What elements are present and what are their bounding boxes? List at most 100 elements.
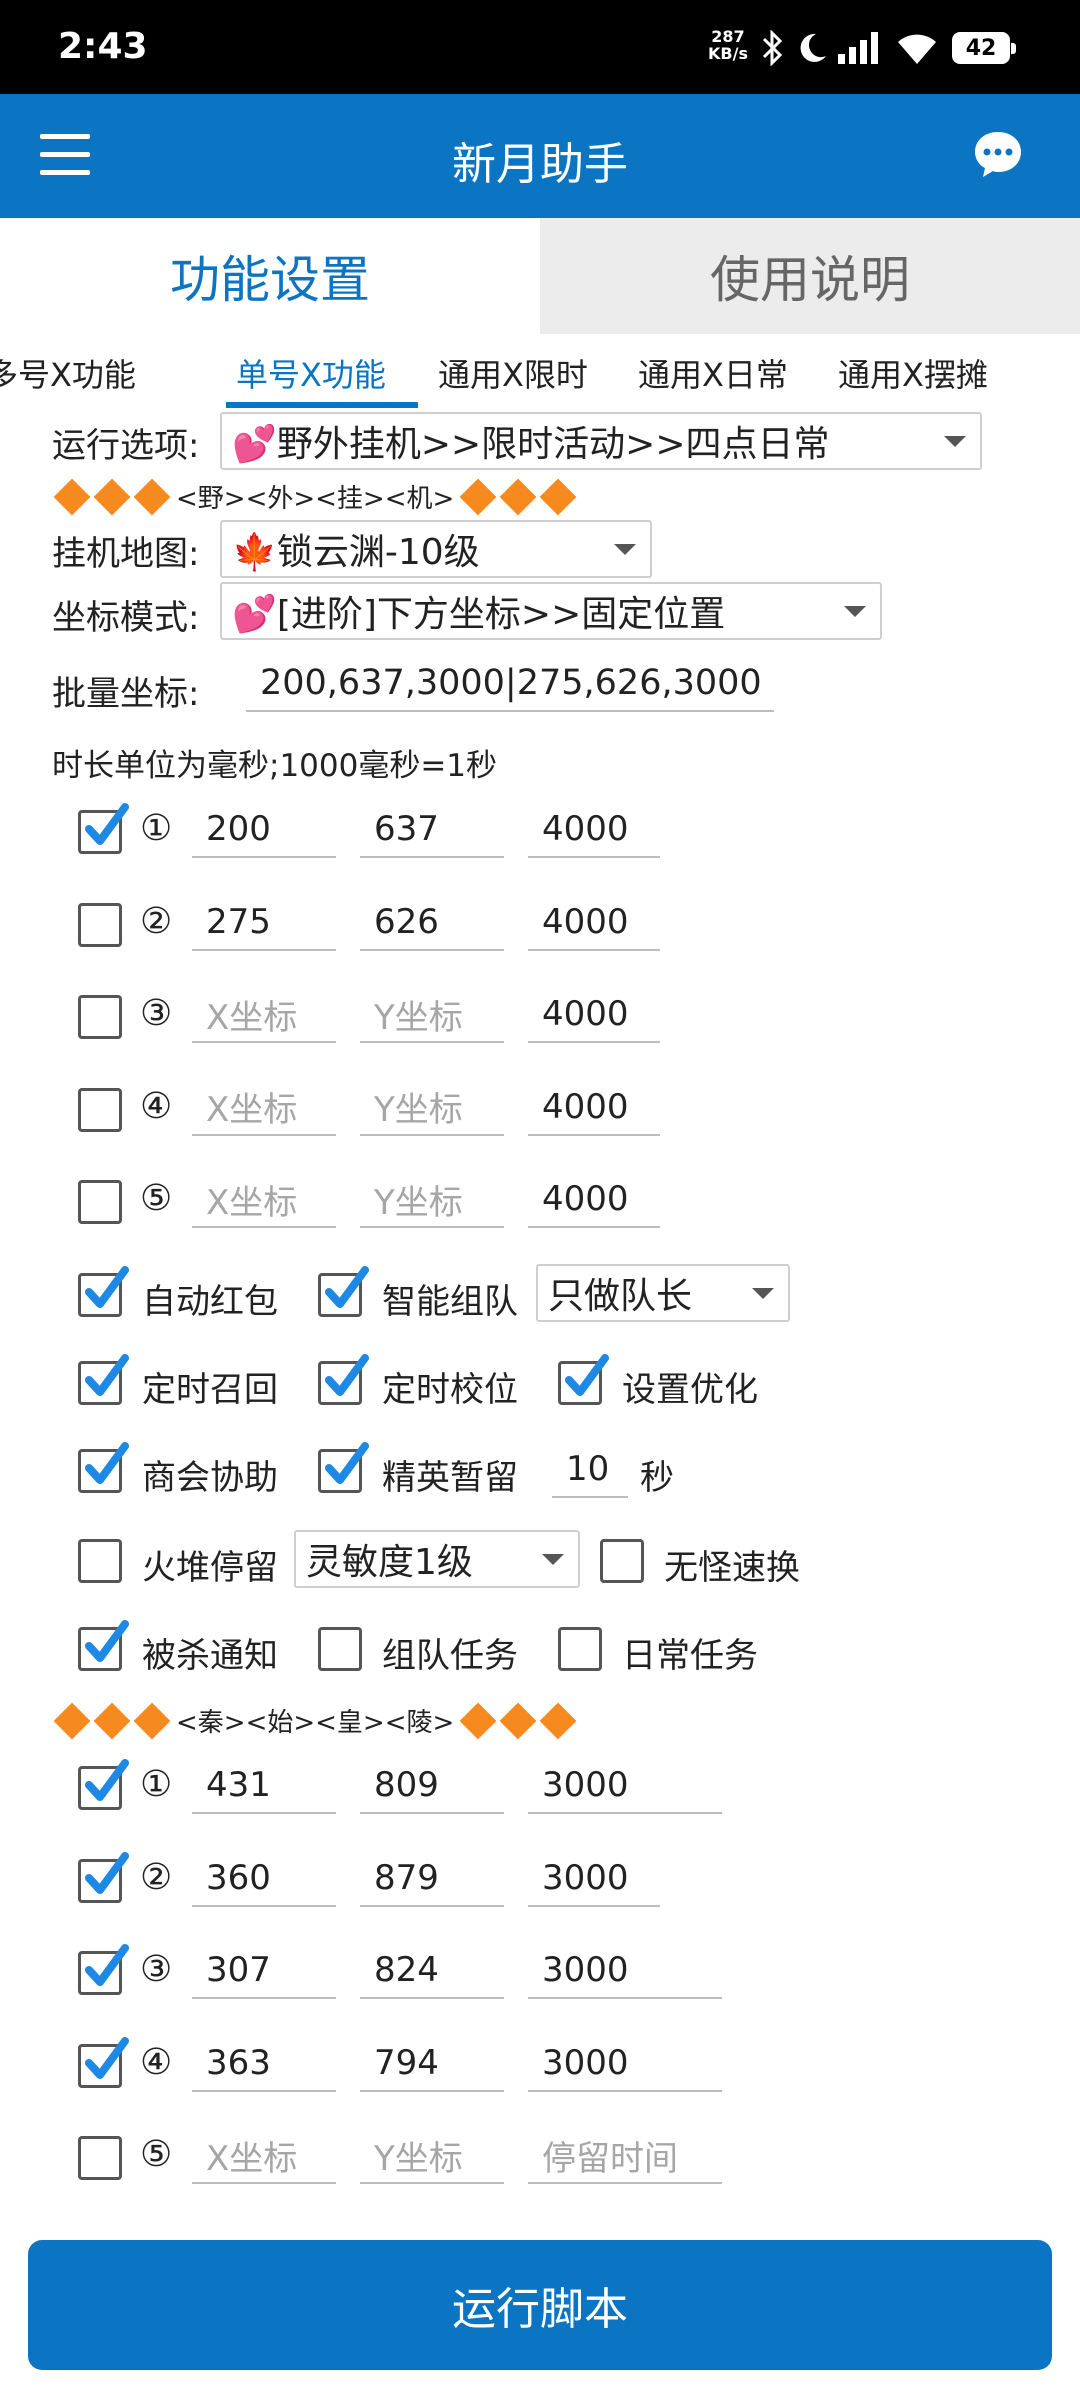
coord-mode-select[interactable]: 💕[进阶]下方坐标>>固定位置 xyxy=(220,582,882,640)
status-bar: 2:43 287 KB/s 42 xyxy=(0,0,1080,94)
guild-assist-label: 商会协助 xyxy=(142,1458,278,1498)
subtab-stall[interactable]: 通用X摆摊 xyxy=(838,350,988,396)
row-checkbox[interactable] xyxy=(78,1851,129,1903)
tab-function-settings[interactable]: 功能设置 xyxy=(0,218,540,334)
diamond-icon xyxy=(499,1702,537,1739)
team-task-label: 组队任务 xyxy=(382,1636,518,1676)
map-label: 挂机地图: xyxy=(52,534,200,574)
run-option-select[interactable]: 💕野外挂机>>限时活动>>四点日常 xyxy=(220,412,982,470)
coord-y-input[interactable]: 626 xyxy=(360,895,504,951)
coord-t-input[interactable]: 4000 xyxy=(528,1080,660,1136)
no-monster-switch-checkbox[interactable] xyxy=(600,1539,644,1583)
run-option-label: 运行选项: xyxy=(52,426,200,466)
coord-x-input[interactable]: 275 xyxy=(192,895,336,951)
checkmark-icon xyxy=(565,1354,609,1396)
subtab-limited[interactable]: 通用X限时 xyxy=(438,350,588,396)
setting-optimize-label: 设置优化 xyxy=(622,1370,758,1410)
coord-x-input[interactable]: X坐标 xyxy=(192,2128,336,2184)
section-title-tomb: <秦><始><皇><陵> xyxy=(52,1702,578,1739)
coord-x-input[interactable]: X坐标 xyxy=(192,1080,336,1136)
row-checkbox[interactable] xyxy=(78,995,122,1039)
row-checkbox[interactable] xyxy=(78,1944,129,1995)
guild-assist-checkbox[interactable] xyxy=(78,1442,129,1493)
daily-task-checkbox[interactable] xyxy=(558,1627,602,1671)
timed-calibrate-checkbox[interactable] xyxy=(318,1354,369,1405)
batch-coord-label: 批量坐标: xyxy=(52,674,200,714)
sensitivity-select[interactable]: 灵敏度1级 xyxy=(294,1530,580,1588)
row-checkbox[interactable] xyxy=(78,1180,122,1224)
row-number: ① xyxy=(140,808,173,849)
sub-tabs: 多号X功能 单号X功能 通用X限时 通用X日常 通用X摆摊 xyxy=(0,344,1080,410)
coord-t-input[interactable]: 4000 xyxy=(528,802,660,858)
checkmark-icon xyxy=(85,1266,129,1308)
team-task-checkbox[interactable] xyxy=(318,1627,362,1671)
subtab-daily[interactable]: 通用X日常 xyxy=(638,350,788,396)
diamond-icon xyxy=(93,1702,131,1739)
coord-x-input[interactable]: 360 xyxy=(192,1851,336,1907)
campfire-stay-checkbox[interactable] xyxy=(78,1539,122,1583)
coord-t-input[interactable]: 3000 xyxy=(528,1851,660,1907)
subtab-multi[interactable]: 多号X功能 xyxy=(0,350,136,396)
diamond-icon xyxy=(53,478,91,515)
coord-x-input[interactable]: X坐标 xyxy=(192,987,336,1043)
coord-y-input[interactable]: 879 xyxy=(360,1851,504,1907)
chevron-down-icon xyxy=(944,436,966,447)
elite-stay-checkbox[interactable] xyxy=(318,1442,369,1493)
row-number: ④ xyxy=(140,2041,173,2083)
team-mode-select[interactable]: 只做队长 xyxy=(536,1264,790,1322)
smart-team-checkbox[interactable] xyxy=(318,1266,369,1317)
row-checkbox[interactable] xyxy=(78,1759,129,1810)
coord-t-input[interactable]: 4000 xyxy=(528,1172,660,1228)
row-checkbox[interactable] xyxy=(78,902,122,947)
diamond-icon xyxy=(53,1702,91,1739)
auto-redpacket-checkbox[interactable] xyxy=(78,1266,129,1317)
row-checkbox[interactable] xyxy=(78,2036,129,2088)
duration-hint: 时长单位为毫秒;1000毫秒=1秒 xyxy=(52,748,498,784)
row-checkbox[interactable] xyxy=(78,2136,122,2180)
coord-t-input[interactable]: 停留时间 xyxy=(528,2128,722,2184)
coord-y-input[interactable]: 809 xyxy=(360,1758,504,1814)
tab-instructions[interactable]: 使用说明 xyxy=(540,218,1080,334)
coord-t-input[interactable]: 4000 xyxy=(528,895,660,951)
daily-task-label: 日常任务 xyxy=(622,1636,758,1676)
row-number: ③ xyxy=(140,1949,173,1990)
coord-x-input[interactable]: 363 xyxy=(192,2036,336,2092)
killed-notify-checkbox[interactable] xyxy=(78,1620,129,1671)
coord-t-input[interactable]: 4000 xyxy=(528,987,660,1043)
coord-t-input[interactable]: 3000 xyxy=(528,1758,722,1814)
seconds-unit: 秒 xyxy=(640,1458,674,1498)
coord-x-input[interactable]: 307 xyxy=(192,1943,336,1999)
coord-y-input[interactable]: 824 xyxy=(360,1943,504,1999)
coord-y-input[interactable]: 794 xyxy=(360,2036,504,2092)
map-select[interactable]: 🍁锁云渊-10级 xyxy=(220,520,652,578)
section-title-wild: <野><外><挂><机> xyxy=(52,478,578,515)
chevron-down-icon xyxy=(752,1288,774,1299)
subtab-single[interactable]: 单号X功能 xyxy=(236,350,386,396)
coord-t-input[interactable]: 3000 xyxy=(528,1943,722,1999)
run-script-button[interactable]: 运行脚本 xyxy=(28,2240,1052,2370)
coord-y-input[interactable]: Y坐标 xyxy=(360,2128,504,2184)
coord-y-input[interactable]: Y坐标 xyxy=(360,1080,504,1136)
chevron-down-icon xyxy=(542,1554,564,1565)
checkmark-icon xyxy=(85,1759,129,1801)
coord-y-input[interactable]: 637 xyxy=(360,802,504,858)
chevron-down-icon xyxy=(614,544,636,555)
coord-y-input[interactable]: Y坐标 xyxy=(360,1172,504,1228)
coord-x-input[interactable]: 200 xyxy=(192,802,336,858)
row-checkbox[interactable] xyxy=(78,1087,122,1132)
elite-seconds-input[interactable]: 10 xyxy=(552,1442,628,1498)
batch-coord-input[interactable]: 200,637,3000|275,626,3000 xyxy=(246,656,774,712)
coord-t-input[interactable]: 3000 xyxy=(528,2036,722,2092)
diamond-icon xyxy=(539,1702,577,1739)
checkmark-icon xyxy=(85,1851,129,1894)
setting-optimize-checkbox[interactable] xyxy=(558,1354,609,1405)
timed-recall-checkbox[interactable] xyxy=(78,1354,129,1405)
chat-icon[interactable] xyxy=(972,128,1024,180)
diamond-icon xyxy=(499,478,537,515)
coord-y-input[interactable]: Y坐标 xyxy=(360,987,504,1043)
coord-x-input[interactable]: 431 xyxy=(192,1758,336,1814)
coord-x-input[interactable]: X坐标 xyxy=(192,1172,336,1228)
row-checkbox[interactable] xyxy=(78,803,129,854)
wifi-icon xyxy=(898,34,936,64)
moon-icon xyxy=(800,33,826,62)
